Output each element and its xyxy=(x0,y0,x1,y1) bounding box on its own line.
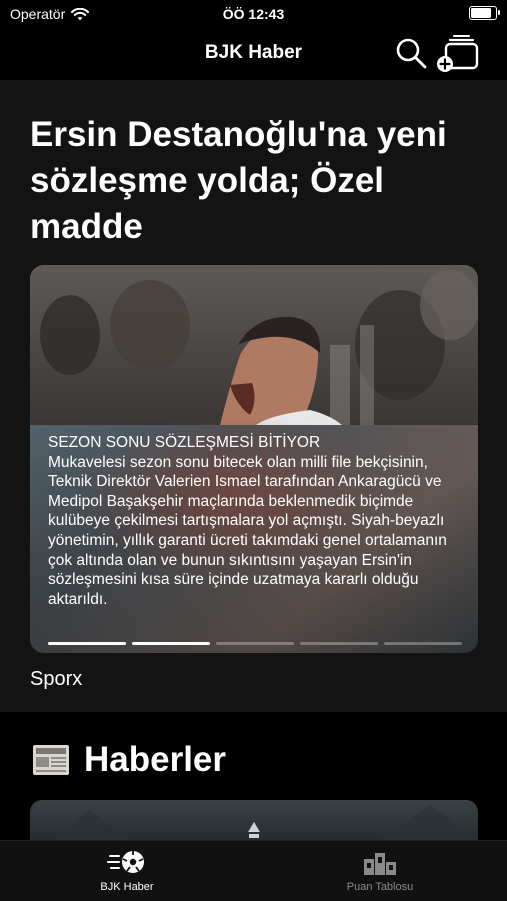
story-heading: SEZON SONU SÖZLEŞMESİ BİTİYOR xyxy=(48,434,321,451)
news-section-title: Haberler xyxy=(30,740,226,780)
story-excerpt: SEZON SONU SÖZLEŞMESİ BİTİYOR Mukavelesi… xyxy=(48,433,468,609)
nav-bar: BJK Haber xyxy=(0,30,507,78)
newspaper-icon xyxy=(33,745,69,775)
tab-label-bjk-haber: BJK Haber xyxy=(100,881,154,893)
tab-label-puan-tablosu: Puan Tablosu xyxy=(346,881,414,893)
progress-segment xyxy=(384,642,462,645)
featured-story[interactable]: Ersin Destanoğlu'na yeni sözleşme yolda;… xyxy=(0,80,507,712)
status-bar: Operatör ÖÖ 12:43 xyxy=(0,0,507,30)
search-icon[interactable] xyxy=(394,36,428,70)
progress-segment xyxy=(216,642,294,645)
progress-segment xyxy=(48,642,126,645)
nav-title: BJK Haber xyxy=(204,42,303,63)
story-card[interactable]: SEZON SONU SÖZLEŞMESİ BİTİYOR Mukavelesi… xyxy=(30,265,478,653)
battery-icon xyxy=(469,6,500,20)
progress-segment xyxy=(132,642,210,645)
featured-title[interactable]: Ersin Destanoğlu'na yeni sözleşme yolda;… xyxy=(30,112,480,250)
news-section-label: Haberler xyxy=(84,740,227,779)
tab-bjk-haber[interactable]: BJK Haber xyxy=(47,849,207,895)
story-body: Mukavelesi sezon sonu bitecek olan milli… xyxy=(48,453,447,608)
story-progress xyxy=(48,642,462,645)
add-to-stack-icon[interactable] xyxy=(436,34,480,72)
podium-icon xyxy=(364,853,396,875)
soccer-ball-speed-icon xyxy=(107,851,144,873)
tab-bar: BJK Haber Puan Tablosu xyxy=(0,840,507,901)
progress-segment xyxy=(300,642,378,645)
story-source: Sporx xyxy=(30,668,83,690)
battery-level xyxy=(471,8,492,18)
tab-puan-tablosu[interactable]: Puan Tablosu xyxy=(300,849,460,895)
status-time: ÖÖ 12:43 xyxy=(222,6,285,22)
